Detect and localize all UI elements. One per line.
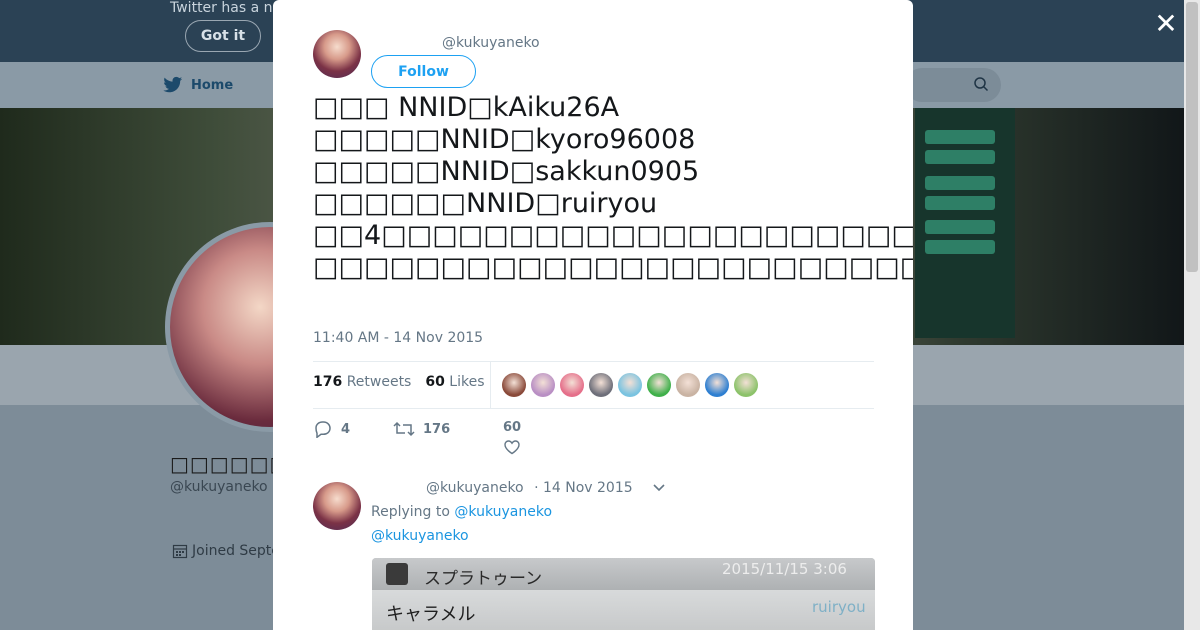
- retweet-icon: [393, 421, 415, 437]
- calendar-icon: [172, 544, 188, 559]
- liker-avatar[interactable]: [647, 373, 671, 397]
- retweets-label: Retweets: [346, 374, 412, 390]
- twitter-bird-icon: [163, 76, 183, 93]
- got-it-button[interactable]: Got it: [185, 20, 261, 52]
- replying-to: Replying to @kukuyaneko: [371, 504, 552, 520]
- likes-label: Likes: [449, 374, 485, 390]
- banner-stripe: [925, 176, 995, 190]
- liker-avatar[interactable]: [589, 373, 613, 397]
- divider: [313, 361, 874, 362]
- stats-separator: [490, 362, 491, 408]
- close-icon[interactable]: ✕: [1154, 10, 1178, 38]
- likes-stat[interactable]: 60 Likes: [425, 374, 484, 390]
- splatoon-icon: [386, 563, 408, 585]
- reply-icon: [315, 421, 331, 438]
- tweet-line: □□□□□□□□□□□□□□□□□□□□□□□□□□□□□□□□: [313, 252, 913, 283]
- reply-author-handle-row: @kukuyaneko · 14 Nov 2015: [426, 480, 633, 496]
- tweet-line: □□□ NNID□kAiku26A: [313, 92, 620, 123]
- reply-action[interactable]: 4: [313, 420, 350, 438]
- nav-home-label: Home: [191, 77, 234, 93]
- likes-count: 60: [425, 374, 445, 390]
- like-count: 60: [503, 420, 522, 435]
- media-caramel: キャラメル: [386, 604, 476, 625]
- tweet-stats: 176 Retweets 60 Likes: [313, 374, 485, 390]
- banner-stripe: [925, 150, 995, 164]
- liker-avatar[interactable]: [531, 373, 555, 397]
- tweet-line: □□4□□□□□□□□□□□□□□□□□□□□□□□□□□□: [313, 220, 913, 251]
- profile-handle: @kukuyaneko: [170, 479, 268, 495]
- scrollbar-thumb[interactable]: [1186, 2, 1198, 272]
- tweet-modal: @kukuyaneko Follow □□□ NNID□kAiku26A □□□…: [273, 0, 913, 630]
- reply-count: 4: [341, 421, 351, 437]
- media-title: スプラトゥーン: [424, 569, 543, 589]
- retweets-stat[interactable]: 176 Retweets: [313, 374, 411, 390]
- banner-stripe: [925, 130, 995, 144]
- search-icon: [974, 77, 989, 92]
- retweet-action[interactable]: 176: [393, 420, 450, 438]
- media-user: ruiryou: [812, 598, 866, 616]
- replying-handle-link[interactable]: @kukuyaneko: [454, 504, 552, 520]
- liker-avatar[interactable]: [618, 373, 642, 397]
- like-action[interactable]: 60: [503, 420, 521, 455]
- tweet-line: □□□□□□NNID□ruiryou: [313, 188, 658, 219]
- reply-date[interactable]: · 14 Nov 2015: [534, 480, 633, 496]
- nav-home[interactable]: Home: [163, 76, 233, 94]
- liker-avatar[interactable]: [560, 373, 584, 397]
- tweet-timestamp[interactable]: 11:40 AM - 14 Nov 2015: [313, 330, 483, 346]
- liker-avatar[interactable]: [734, 373, 758, 397]
- tweet-line: □□□□□NNID□kyoro96008: [313, 124, 696, 155]
- heart-icon: [504, 440, 520, 455]
- retweets-count: 176: [313, 374, 343, 390]
- retweet-count: 176: [423, 421, 451, 437]
- chevron-down-icon[interactable]: [652, 480, 666, 494]
- liker-avatar[interactable]: [676, 373, 700, 397]
- liker-avatar[interactable]: [705, 373, 729, 397]
- follow-button[interactable]: Follow: [371, 55, 476, 88]
- media-date: 2015/11/15 3:06: [722, 560, 847, 578]
- notice-text: Twitter has a n: [170, 0, 273, 16]
- liker-avatar[interactable]: [502, 373, 526, 397]
- reply-media-image[interactable]: スプラトゥーン 2015/11/15 3:06 キャラメル ruiryou: [372, 558, 875, 630]
- reply-author-handle[interactable]: @kukuyaneko: [426, 480, 524, 496]
- banner-stripe: [925, 220, 995, 234]
- banner-stripe: [925, 240, 995, 254]
- tweet-text: □□□ NNID□kAiku26A □□□□□NNID□kyoro96008 □…: [313, 92, 913, 284]
- replying-prefix: Replying to: [371, 504, 450, 520]
- banner-stripe: [925, 196, 995, 210]
- joined-label: Joined Septe: [192, 543, 280, 559]
- reply-mention-link[interactable]: @kukuyaneko: [371, 528, 469, 544]
- tweet-author-avatar[interactable]: [313, 30, 361, 78]
- profile-joined: Joined Septe: [172, 543, 280, 559]
- reply-author-avatar[interactable]: [313, 482, 361, 530]
- likers-list: [502, 373, 758, 397]
- tweet-author-handle[interactable]: @kukuyaneko: [442, 35, 540, 51]
- tweet-line: □□□□□NNID□sakkun0905: [313, 156, 700, 187]
- divider: [313, 408, 874, 409]
